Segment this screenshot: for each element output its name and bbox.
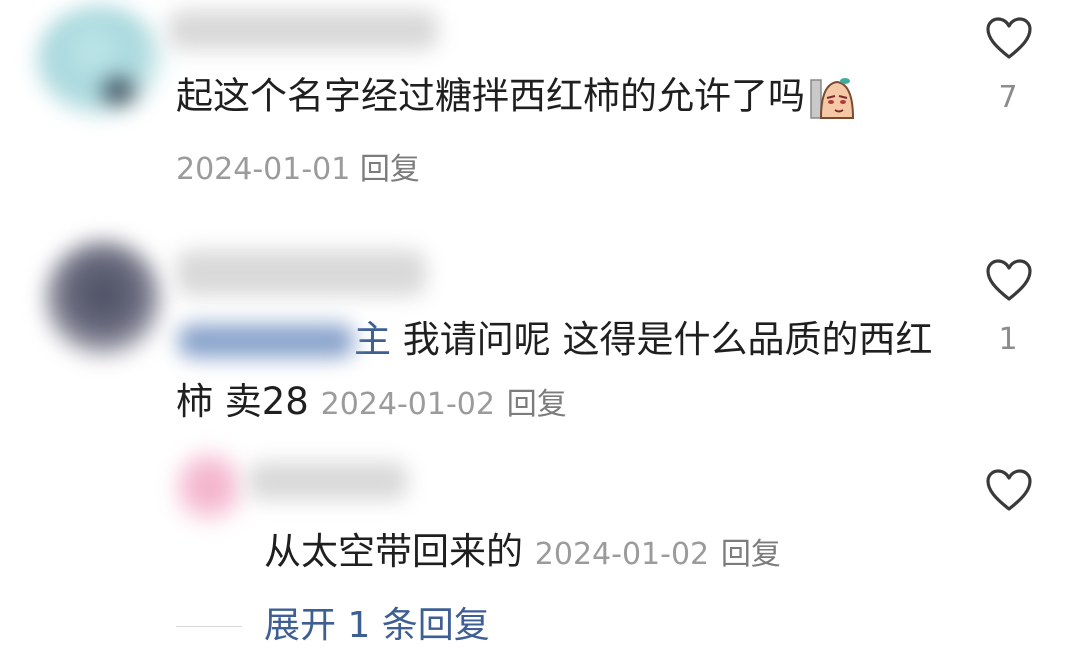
- username[interactable]: [168, 10, 438, 50]
- username[interactable]: [176, 250, 426, 296]
- comment-text-line2: 柿 卖28 2024-01-02 回复: [176, 380, 567, 423]
- like-heart-icon[interactable]: [985, 468, 1033, 512]
- like-count: 1: [998, 322, 1018, 357]
- comment-text: 起这个名字经过糖拌西红柿的允许了吗: [176, 74, 857, 122]
- mention-username[interactable]: [178, 324, 354, 358]
- comment-date: 2024-01-02: [320, 387, 495, 422]
- reply-button[interactable]: 回复: [507, 387, 567, 422]
- avatar[interactable]: [36, 6, 164, 116]
- like-count: 7: [998, 80, 1018, 115]
- mention-suffix[interactable]: 主: [354, 318, 391, 361]
- reply-button[interactable]: 回复: [721, 537, 781, 572]
- username[interactable]: [248, 462, 408, 500]
- avatar[interactable]: [174, 450, 244, 530]
- face-emoji-sticker-icon: [809, 74, 857, 122]
- reply-text: 从太空带回来的 2024-01-02 回复: [264, 530, 781, 573]
- comment-meta: 2024-01-01 回复: [176, 144, 420, 188]
- reply-button[interactable]: 回复: [360, 152, 420, 187]
- like-heart-icon[interactable]: [985, 258, 1033, 302]
- expand-replies-button[interactable]: 展开 1 条回复: [264, 604, 490, 648]
- reply-date: 2024-01-02: [534, 537, 710, 572]
- comment-text: 主 我请问呢 这得是什么品质的西红: [178, 318, 933, 362]
- expand-divider: [176, 626, 242, 627]
- avatar[interactable]: [44, 240, 162, 360]
- comment-date: 2024-01-01: [176, 152, 351, 187]
- like-heart-icon[interactable]: [985, 16, 1033, 60]
